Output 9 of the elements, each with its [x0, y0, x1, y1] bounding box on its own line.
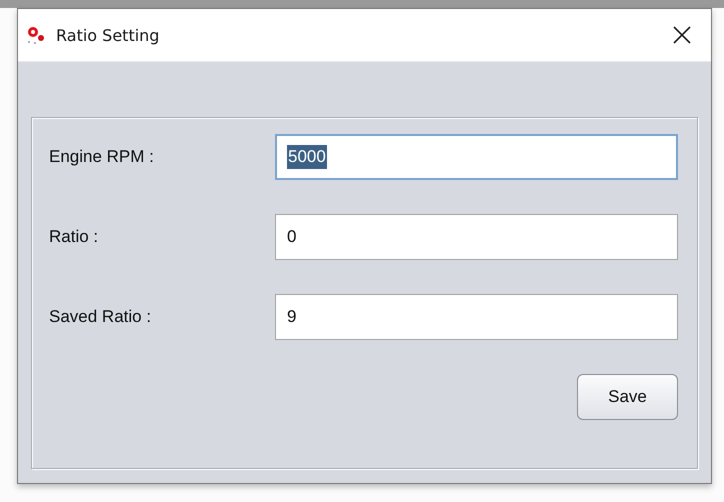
field-label: Ratio : [49, 227, 100, 247]
field-label: Engine RPM : [49, 147, 155, 167]
save-button[interactable]: Save [577, 374, 678, 420]
window-title: Ratio Setting [56, 26, 160, 44]
input-field[interactable]: 9 [275, 294, 678, 340]
field-label: Saved Ratio : [49, 307, 152, 327]
input-field[interactable]: 0 [275, 214, 678, 260]
close-icon [672, 25, 692, 45]
input-field[interactable]: 5000 [275, 134, 678, 180]
